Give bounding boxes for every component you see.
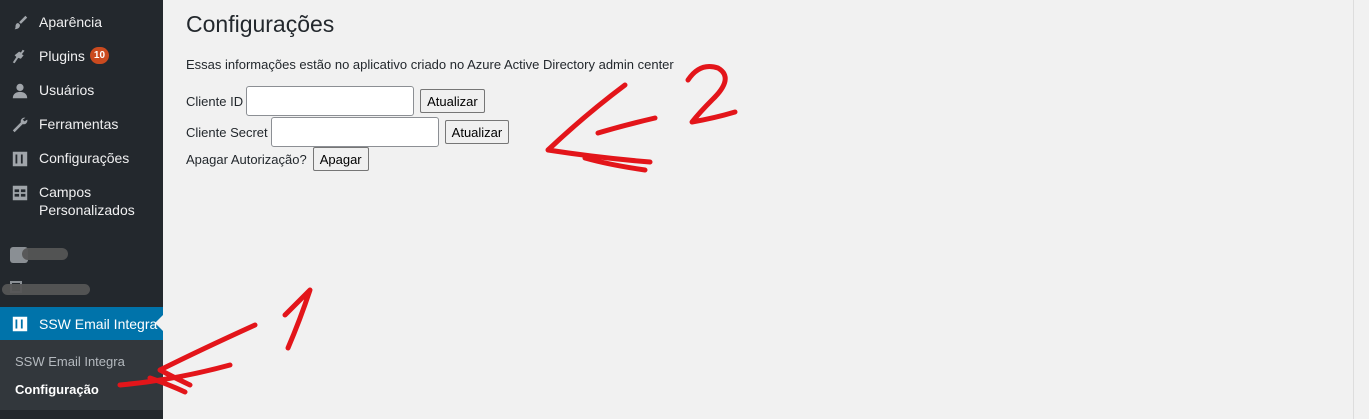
sidebar-item-label: Usuários [39,82,95,98]
paintbrush-icon [10,13,30,33]
sidebar-item-ssw-email-integra[interactable]: SSW Email Integra [0,307,163,340]
sidebar-item-label: Campos [39,184,92,200]
submenu-item-ssw-email-integra[interactable]: SSW Email Integra [15,354,125,370]
client-secret-row: Cliente Secret Atualizar [186,117,510,147]
plug-icon [10,47,30,67]
sidebar-submenu: SSW Email Integra Configuração [0,340,163,410]
plugins-update-badge: 10 [89,47,110,64]
client-id-row: Cliente ID Atualizar [186,86,485,116]
sidebar-item-configuracoes[interactable]: Configurações [0,149,163,169]
page-scrollbar[interactable] [1353,0,1369,419]
redacted-menu-item-seo[interactable] [0,240,163,270]
client-id-input[interactable] [246,86,415,116]
client-id-label: Cliente ID [186,93,244,109]
admin-sidebar: Aparência Plugins 10 Usuários Ferramenta… [0,0,163,419]
sidebar-item-usuarios[interactable]: Usuários [0,81,163,101]
client-secret-update-button[interactable]: Atualizar [444,120,510,144]
current-menu-arrow [155,315,163,331]
delete-auth-row: Apagar Autorização? Apagar [186,147,369,171]
sidebar-item-aparencia[interactable]: Aparência [0,13,163,33]
redaction-mark [2,284,90,295]
redacted-menu-item[interactable] [0,275,163,303]
sidebar-item-label: Ferramentas [39,116,119,132]
submenu-item-configuracao[interactable]: Configuração [15,382,99,398]
redaction-mark [22,248,68,260]
page-title: Configurações [186,11,335,37]
sidebar-item-label: Aparência [39,14,103,30]
delete-auth-button[interactable]: Apagar [312,147,369,171]
sidebar-item-label-line2: Personalizados [39,202,135,218]
sidebar-item-label: Configurações [39,150,130,166]
client-secret-input[interactable] [270,117,439,147]
wrench-icon [10,115,30,135]
sidebar-item-ferramentas[interactable]: Ferramentas [0,115,163,135]
main-content: Configurações Essas informações estão no… [163,0,1369,419]
delete-auth-label: Apagar Autorização? [186,151,307,167]
sidebar-item-plugins[interactable]: Plugins 10 [0,47,163,67]
client-secret-label: Cliente Secret [186,124,268,140]
settings-sliders-icon [10,314,30,334]
sidebar-item-label: Plugins [39,48,85,64]
sidebar-item-label-wrapper: Campos Personalizados [39,183,135,219]
sidebar-item-campos-personalizados[interactable]: Campos Personalizados [0,183,163,219]
user-icon [10,81,30,101]
sidebar-item-label: SSW Email Integra [39,315,158,332]
client-id-update-button[interactable]: Atualizar [420,89,485,113]
page-description: Essas informações estão no aplicativo cr… [186,57,674,72]
table-icon [10,183,30,203]
settings-sliders-icon [10,149,30,169]
